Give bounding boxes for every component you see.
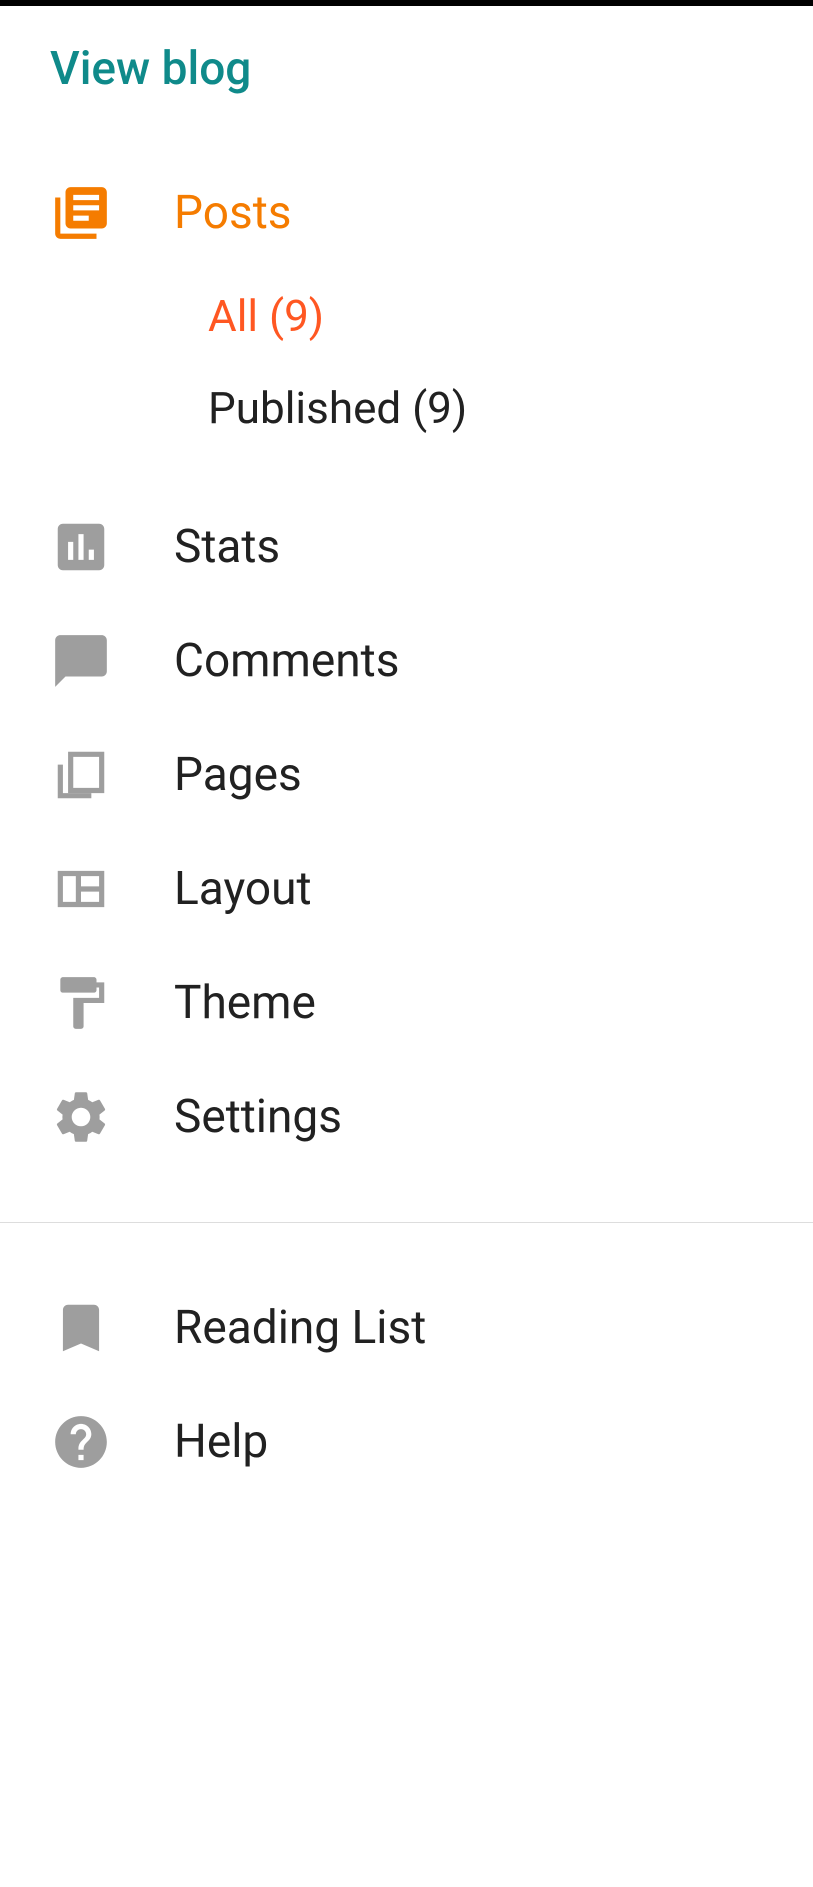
posts-icon: [50, 182, 112, 244]
nav-item-theme[interactable]: Theme: [0, 946, 813, 1060]
layout-icon: [50, 858, 112, 920]
nav-item-posts[interactable]: Posts: [0, 156, 813, 270]
posts-subnav: All (9) Published (9): [0, 270, 813, 454]
nav-label-reading-list: Reading List: [174, 1301, 426, 1355]
nav-label-layout: Layout: [174, 862, 312, 916]
view-blog-link[interactable]: View blog: [50, 42, 251, 96]
nav-label-settings: Settings: [174, 1090, 342, 1144]
stats-icon: [50, 516, 112, 578]
nav-label-comments: Comments: [174, 634, 399, 688]
nav-item-settings[interactable]: Settings: [0, 1060, 813, 1174]
nav-item-help[interactable]: Help: [0, 1385, 813, 1499]
subnav-item-published[interactable]: Published (9): [208, 362, 813, 454]
nav-item-layout[interactable]: Layout: [0, 832, 813, 946]
bookmark-icon: [50, 1297, 112, 1359]
subnav-label-all: All (9): [208, 290, 324, 342]
view-blog-container: View blog: [0, 42, 813, 96]
nav-item-pages[interactable]: Pages: [0, 718, 813, 832]
nav-label-pages: Pages: [174, 748, 302, 802]
nav-item-reading-list[interactable]: Reading List: [0, 1271, 813, 1385]
nav-label-theme: Theme: [174, 976, 316, 1030]
subnav-item-all[interactable]: All (9): [208, 270, 813, 362]
nav-label-help: Help: [174, 1415, 268, 1469]
spacer: [0, 454, 813, 490]
separator: [0, 1222, 813, 1223]
pages-icon: [50, 744, 112, 806]
comments-icon: [50, 630, 112, 692]
help-icon: [50, 1411, 112, 1473]
subnav-label-published: Published (9): [208, 382, 467, 434]
gear-icon: [50, 1086, 112, 1148]
nav-label-stats: Stats: [174, 520, 280, 574]
nav-label-posts: Posts: [174, 186, 292, 240]
theme-icon: [50, 972, 112, 1034]
sidebar-nav: View blog Posts All (9) Published (9) St…: [0, 6, 813, 1499]
nav-item-comments[interactable]: Comments: [0, 604, 813, 718]
nav-item-stats[interactable]: Stats: [0, 490, 813, 604]
